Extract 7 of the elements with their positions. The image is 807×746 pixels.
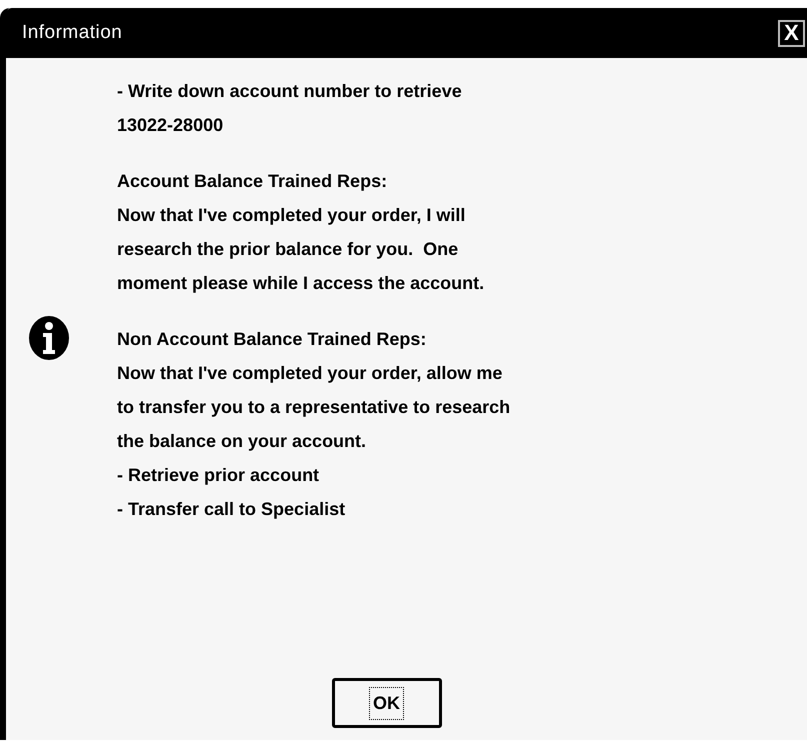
message-paragraph: Non Account Balance Trained Reps: Now that I've completed your order, allow me to transfer you to a representative to research the balance on your account. - Retrieve prior account - Transfer call to Specialist [117,328,510,521]
close-button[interactable]: X [778,20,805,46]
window-title: Information [22,20,122,45]
message-paragraph: Account Balance Trained Reps: Now that I've completed your order, I will research the prior balance for you. One moment please while I access the account. [117,170,486,295]
ok-button[interactable]: OK [332,678,442,728]
message-paragraph: - Write down account number to retrieve 13022-28000 [117,80,463,137]
info-icon [28,315,70,361]
